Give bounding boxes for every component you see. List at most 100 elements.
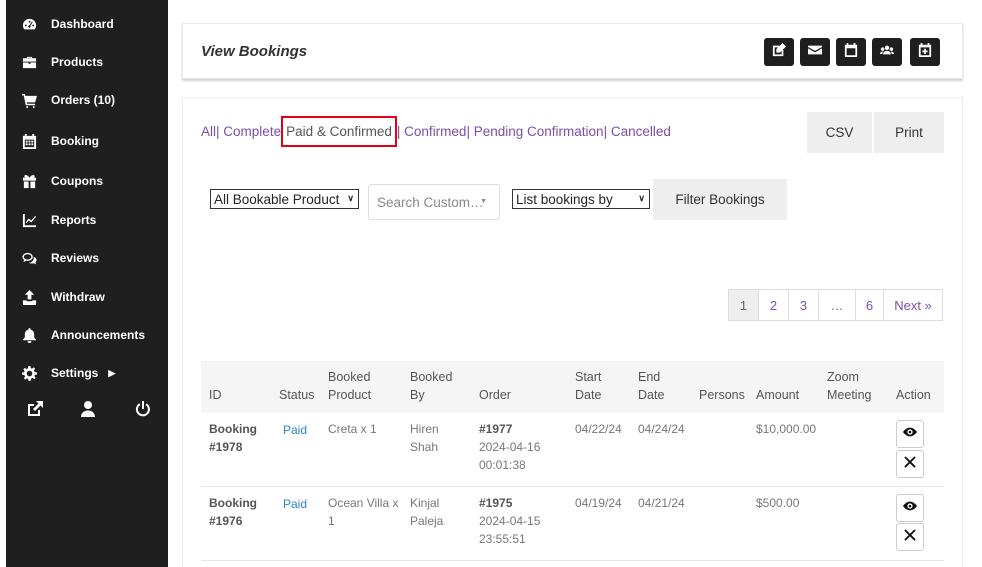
page-6[interactable]: 6 xyxy=(855,289,884,321)
calendar-button[interactable] xyxy=(836,38,866,66)
add-booking-button[interactable] xyxy=(910,38,940,66)
sidebar-item-label: Coupons xyxy=(51,174,103,188)
filter-bookings-button[interactable]: Filter Bookings xyxy=(653,179,787,220)
upload-icon xyxy=(20,288,38,306)
sidebar-item-reports[interactable]: Reports xyxy=(6,205,168,235)
sidebar-item-reviews[interactable]: Reviews xyxy=(6,243,168,273)
page-1[interactable]: 1 xyxy=(728,289,759,321)
booked-by: Hiren Shah xyxy=(410,422,439,454)
booking-id[interactable]: Booking #1978 xyxy=(209,420,257,456)
sidebar-item-booking[interactable]: Booking xyxy=(6,126,168,156)
sidebar-item-settings[interactable]: Settings ▶ xyxy=(6,358,168,388)
col-booked-product: Booked Product xyxy=(328,370,372,402)
cart-icon xyxy=(20,91,38,109)
eye-icon xyxy=(903,499,917,518)
customers-button[interactable] xyxy=(872,38,902,66)
envelope-icon xyxy=(808,43,822,62)
col-end-date: End Date xyxy=(638,370,665,402)
sidebar-item-withdraw[interactable]: Withdraw xyxy=(6,282,168,312)
sidebar-item-products[interactable]: Products xyxy=(6,47,168,77)
status-filters: All| Complete Paid & Confirmed | Confirmed… xyxy=(201,116,671,147)
gear-icon xyxy=(20,364,38,382)
sidebar-item-label: Dashboard xyxy=(51,17,114,31)
filter-cancelled[interactable]: Cancelled xyxy=(611,124,671,139)
booked-product: Ocean Villa x1 xyxy=(328,496,399,528)
edit-button[interactable] xyxy=(764,38,794,66)
cancel-button[interactable] xyxy=(896,523,924,551)
page-ellipsis: … xyxy=(818,289,856,321)
product-select[interactable]: All Bookable Product ∨ xyxy=(210,189,359,209)
status-badge[interactable]: Paid xyxy=(283,421,307,439)
list-bookings-by-select[interactable]: List bookings by ∨ xyxy=(512,189,650,209)
sidebar-item-announcements[interactable]: Announcements xyxy=(6,320,168,350)
sidebar-item-dashboard[interactable]: Dashboard xyxy=(6,9,168,39)
sidebar-item-label: Withdraw xyxy=(51,290,105,304)
sidebar-item-label: Orders (10) xyxy=(51,93,116,107)
end-date: 04/24/24 xyxy=(638,422,685,436)
page-3[interactable]: 3 xyxy=(788,289,819,321)
filter-pending-confirmation[interactable]: Pending Confirmation xyxy=(474,124,604,139)
calendar-icon xyxy=(844,42,858,62)
sidebar-item-label: Announcements xyxy=(51,328,146,342)
power-icon[interactable] xyxy=(134,400,152,418)
pagination: 1 2 3 … 6 Next » xyxy=(728,289,943,321)
col-order: Order xyxy=(479,388,511,402)
end-date: 04/21/24 xyxy=(638,496,685,510)
header-card: View Bookings xyxy=(182,23,963,79)
cancel-button[interactable] xyxy=(896,450,924,478)
filter-complete[interactable]: Complete xyxy=(223,124,281,139)
filter-paid-confirmed[interactable]: Paid & Confirmed xyxy=(281,116,397,147)
sidebar-item-label: Reports xyxy=(51,213,97,227)
email-button[interactable] xyxy=(800,38,830,66)
col-action: Action xyxy=(896,388,931,402)
sidebar-item-orders[interactable]: Orders (10) xyxy=(6,85,168,115)
print-button[interactable]: Print xyxy=(874,112,944,153)
view-button[interactable] xyxy=(896,494,924,522)
amount: $500.00 xyxy=(756,496,800,510)
briefcase-icon xyxy=(20,53,38,71)
chart-icon xyxy=(20,211,38,229)
csv-button[interactable]: CSV xyxy=(807,112,872,153)
external-link-icon[interactable] xyxy=(26,400,44,418)
status-badge[interactable]: Paid xyxy=(283,495,307,513)
sidebar: Dashboard Products Orders (10) Booking C… xyxy=(6,0,168,567)
amount: $10,000.00 xyxy=(756,422,817,436)
col-persons: Persons xyxy=(699,388,745,402)
col-zoom-meeting: Zoom Meeting xyxy=(827,370,872,402)
customer-search-select[interactable]: Search Custom… ▼ xyxy=(368,184,500,220)
page-title: View Bookings xyxy=(201,43,308,60)
booked-by: Kinjal Paleja xyxy=(410,496,444,528)
col-id: ID xyxy=(209,388,222,402)
sidebar-item-label: Products xyxy=(51,55,104,69)
gift-icon xyxy=(20,172,38,190)
eye-icon xyxy=(903,425,917,444)
booked-product: Creta x 1 xyxy=(328,422,377,436)
close-icon xyxy=(903,455,917,474)
chevron-down-icon: ∨ xyxy=(638,193,645,203)
comments-icon xyxy=(20,249,38,267)
order-info[interactable]: #1975 2024-04-15 23:55:51 xyxy=(479,494,540,548)
dashboard-icon xyxy=(20,15,38,33)
start-date: 04/19/24 xyxy=(575,496,622,510)
filter-all[interactable]: All xyxy=(201,124,216,139)
bookings-panel: All| Complete Paid & Confirmed | Confirmed… xyxy=(182,97,963,567)
sidebar-footer xyxy=(6,400,168,422)
caret-right-icon: ▶ xyxy=(108,367,116,378)
edit-icon xyxy=(772,42,786,62)
filter-confirmed[interactable]: Confirmed xyxy=(404,124,466,139)
col-start-date: Start Date xyxy=(575,370,602,402)
sidebar-item-coupons[interactable]: Coupons xyxy=(6,166,168,196)
user-icon[interactable] xyxy=(79,400,97,418)
users-icon xyxy=(880,43,894,62)
view-button[interactable] xyxy=(896,420,924,448)
calendar-icon xyxy=(20,132,38,150)
sidebar-item-label: Booking xyxy=(51,134,99,148)
col-status: Status xyxy=(279,388,315,402)
next-page-link[interactable]: Next » xyxy=(883,289,943,321)
order-info[interactable]: #1977 2024-04-16 00:01:38 xyxy=(479,420,540,474)
booking-id[interactable]: Booking #1976 xyxy=(209,494,257,530)
chevron-down-icon: ∨ xyxy=(347,193,354,203)
calendar-plus-icon xyxy=(918,42,932,62)
bell-icon xyxy=(20,326,38,344)
page-2[interactable]: 2 xyxy=(758,289,789,321)
